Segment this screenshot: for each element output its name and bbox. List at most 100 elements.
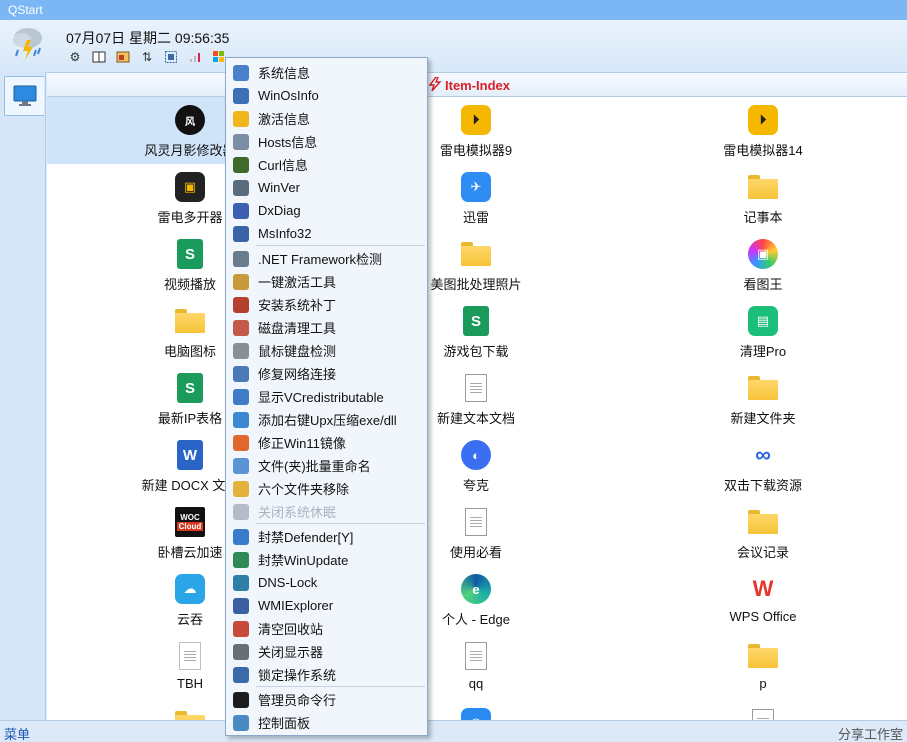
sleep-icon: [233, 504, 249, 520]
datetime-display: 07月07日 星期二 09:56:35: [66, 30, 230, 46]
menu-item[interactable]: 添加右键Upx压缩exe/dll: [226, 408, 427, 431]
grid-item[interactable]: W WPS Office: [619, 566, 907, 633]
grid-item-label: 游戏包下载: [443, 344, 509, 359]
menu-item[interactable]: DxDiag: [226, 199, 427, 222]
system-info-icon: [233, 65, 249, 81]
grid-item[interactable]: 记事本: [619, 164, 907, 231]
menu-item-label: DxDiag: [258, 203, 301, 218]
grid-item[interactable]: p: [619, 633, 907, 700]
grid-item-label: 新建文本文档: [436, 411, 515, 426]
menu-item-label: 文件(夹)批量重命名: [258, 459, 371, 474]
book-icon[interactable]: [90, 49, 108, 65]
menu-item[interactable]: 控制面板: [226, 711, 427, 734]
control-panel-icon: [233, 715, 249, 731]
grid-item-label: 最新IP表格: [157, 411, 223, 426]
tab-desktop[interactable]: [4, 76, 44, 116]
signal-icon[interactable]: [186, 49, 204, 65]
menu-item-label: WinVer: [258, 180, 300, 195]
wmi-icon: [233, 598, 249, 614]
menu-item[interactable]: Hosts信息: [226, 130, 427, 153]
grid-item-label: 新建 DOCX 文档: [141, 478, 239, 493]
grid-item-label: 雷电模拟器14: [723, 143, 803, 158]
menu-item[interactable]: 文件(夹)批量重命名: [226, 454, 427, 477]
menu-item[interactable]: 修正Win11镜像: [226, 431, 427, 454]
blank-file-icon: [179, 642, 201, 670]
grid-item-label: 新建文件夹: [730, 411, 796, 426]
menu-item-label: 显示VCredistributable: [258, 390, 384, 405]
qq-icon: ◉: [461, 708, 491, 720]
menu-item[interactable]: 清空回收站: [226, 617, 427, 640]
wps-icon: W: [748, 574, 778, 604]
menu-item-label: 封禁Defender[Y]: [258, 530, 354, 545]
menu-item-label: 锁定操作系统: [258, 668, 337, 683]
image-icon[interactable]: [114, 49, 132, 65]
menu-item-label: WMIExplorer: [258, 598, 334, 613]
menu-item: 关闭系统休眠: [226, 500, 427, 523]
grid-item[interactable]: ▣ 看图王: [619, 231, 907, 298]
folder-icon: [175, 309, 205, 333]
menu-item[interactable]: 激活信息: [226, 107, 427, 130]
menu-item[interactable]: WinOsInfo: [226, 84, 427, 107]
menu-item[interactable]: WinVer: [226, 176, 427, 199]
grid-item[interactable]: 会议记录: [619, 499, 907, 566]
ldmulti-icon: ▣: [175, 172, 205, 202]
grid-item-label: p: [759, 676, 767, 691]
weather-icon[interactable]: [10, 24, 46, 68]
menu-item[interactable]: 封禁Defender[Y]: [226, 525, 427, 548]
menu-item[interactable]: DNS-Lock: [226, 571, 427, 594]
context-menu: 系统信息 WinOsInfo 激活信息 Hosts信息 Curl信息 WinVer DxDi…: [225, 57, 428, 736]
edge-icon: e: [461, 574, 491, 604]
menu-item[interactable]: 安装系统补丁: [226, 293, 427, 316]
menu-item[interactable]: 六个文件夹移除: [226, 477, 427, 500]
text-file-icon: [465, 508, 487, 536]
ldplayer-icon: ⏵: [461, 105, 491, 135]
upx-icon: [233, 412, 249, 428]
lock-icon: [233, 667, 249, 683]
sort-icon[interactable]: ⇅: [138, 49, 156, 65]
grid-item-label: 视频播放: [163, 277, 216, 292]
grid-item-label: qq: [468, 676, 484, 691]
menu-item-label: 系统信息: [258, 66, 311, 81]
menu-button[interactable]: 菜单: [4, 724, 30, 742]
grid-item[interactable]: [619, 700, 907, 720]
grid-item[interactable]: 新建文件夹: [619, 365, 907, 432]
menu-item[interactable]: 管理员命令行: [226, 688, 427, 711]
grid-item-label: 个人 - Edge: [442, 612, 510, 627]
menu-item[interactable]: WMIExplorer: [226, 594, 427, 617]
menu-item[interactable]: 鼠标键盘检测: [226, 339, 427, 362]
menu-item[interactable]: 锁定操作系统: [226, 663, 427, 686]
menu-item[interactable]: 显示VCredistributable: [226, 385, 427, 408]
vc-redist-icon: [233, 389, 249, 405]
menu-item[interactable]: 封禁WinUpdate: [226, 548, 427, 571]
grid-item-label: 迅雷: [462, 210, 489, 225]
grid-item[interactable]: ⏵ 雷电模拟器14: [619, 97, 907, 164]
menu-item[interactable]: .NET Framework检测: [226, 247, 427, 270]
grid-item[interactable]: ∞ 双击下载资源: [619, 432, 907, 499]
grid-item[interactable]: ▤ 清理Pro: [619, 298, 907, 365]
menu-item-label: DNS-Lock: [258, 575, 318, 590]
menu-item[interactable]: 关闭显示器: [226, 640, 427, 663]
grid-item-label: 夸克: [462, 478, 489, 493]
menu-item-label: 鼠标键盘检测: [258, 344, 337, 359]
folder-icon: [748, 510, 778, 534]
cmd-icon: [233, 692, 249, 708]
grid-item-label: 风灵月影修改器: [144, 143, 236, 158]
menu-item[interactable]: 一键激活工具: [226, 270, 427, 293]
gear-icon[interactable]: ⚙: [66, 49, 84, 65]
menu-item[interactable]: 修复网络连接: [226, 362, 427, 385]
xunlei-icon: ✈: [461, 172, 491, 202]
menu-item[interactable]: 系统信息: [226, 61, 427, 84]
screen-capture-icon[interactable]: [162, 49, 180, 65]
status-bar: 菜单 分享工作室: [0, 720, 907, 742]
menu-item-label: WinOsInfo: [258, 88, 319, 103]
recycle-icon: [233, 621, 249, 637]
menu-item[interactable]: Curl信息: [226, 153, 427, 176]
menu-item[interactable]: MsInfo32: [226, 222, 427, 245]
star-icon: [233, 111, 249, 127]
text-file-icon: [465, 642, 487, 670]
menu-item-label: 修正Win11镜像: [258, 436, 346, 451]
shield-icon: [233, 529, 249, 545]
grid-item-label: TBH: [177, 676, 203, 691]
menu-item[interactable]: 磁盘清理工具: [226, 316, 427, 339]
key-icon: [233, 274, 249, 290]
